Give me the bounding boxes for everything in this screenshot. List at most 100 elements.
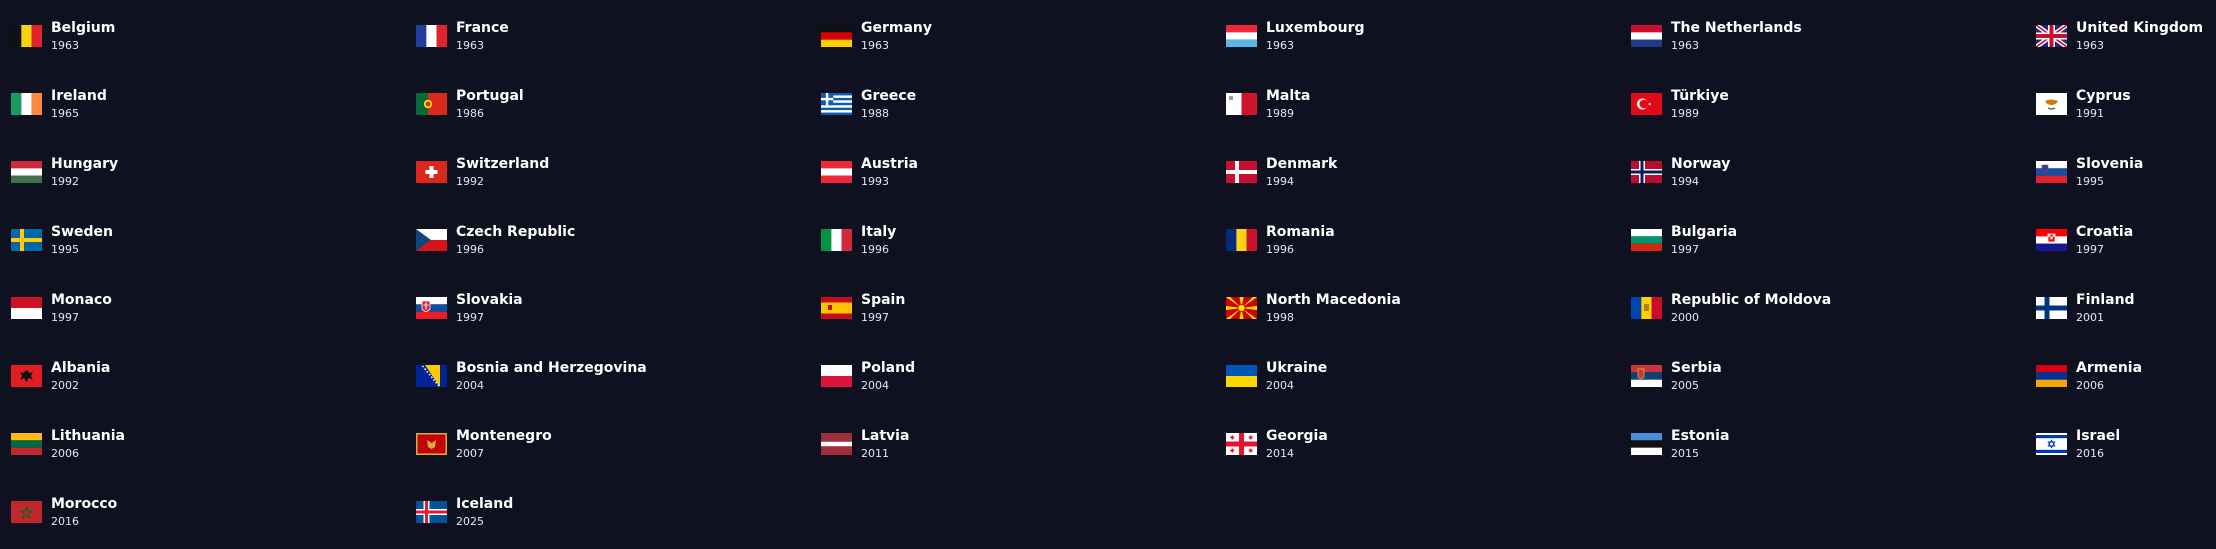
country-text: Germany 1963 (861, 20, 932, 53)
country-item-netherlands[interactable]: The Netherlands 1963 (1631, 2, 2036, 70)
country-item-albania[interactable]: Albania 2002 (11, 342, 416, 410)
country-item-romania[interactable]: Romania 1996 (1226, 206, 1631, 274)
country-text: Bulgaria 1997 (1671, 224, 1737, 257)
country-text: Romania 1996 (1266, 224, 1335, 257)
country-year: 1996 (456, 242, 484, 256)
country-name: Switzerland (456, 155, 550, 172)
country-item-finland[interactable]: Finland 2001 (2036, 274, 2216, 342)
country-item-greece[interactable]: Greece 1988 (821, 70, 1226, 138)
country-item-france[interactable]: France 1963 (416, 2, 821, 70)
country-year: 1997 (861, 310, 889, 324)
country-item-sweden[interactable]: Sweden 1995 (11, 206, 416, 274)
country-item-montenegro[interactable]: Montenegro 2007 (416, 410, 821, 478)
country-name: Serbia (1671, 359, 1722, 376)
country-item-iceland[interactable]: Iceland 2025 (416, 478, 821, 546)
country-name: Greece (861, 87, 917, 104)
country-item-bosnia-herzegovina[interactable]: Bosnia and Herzegovina 2004 (416, 342, 821, 410)
country-text: Hungary 1992 (51, 156, 118, 189)
ireland-flag-icon (11, 93, 42, 115)
country-item-poland[interactable]: Poland 2004 (821, 342, 1226, 410)
switzerland-flag-icon (416, 161, 447, 183)
lithuania-flag-icon (11, 433, 42, 455)
denmark-flag-icon (1226, 161, 1257, 183)
country-item-armenia[interactable]: Armenia 2006 (2036, 342, 2216, 410)
country-item-ukraine[interactable]: Ukraine 2004 (1226, 342, 1631, 410)
country-year: 1963 (2076, 38, 2104, 52)
country-text: Italy 1996 (861, 224, 896, 257)
country-year: 1997 (51, 310, 79, 324)
country-item-ireland[interactable]: Ireland 1965 (11, 70, 416, 138)
country-item-italy[interactable]: Italy 1996 (821, 206, 1226, 274)
country-text: Austria 1993 (861, 156, 918, 189)
country-name: Czech Republic (456, 223, 576, 240)
country-name: Slovakia (456, 291, 523, 308)
country-year: 2025 (456, 514, 484, 528)
country-name: Italy (861, 223, 897, 240)
georgia-flag-icon (1226, 433, 1257, 455)
country-item-belgium[interactable]: Belgium 1963 (11, 2, 416, 70)
country-year: 2007 (456, 446, 484, 460)
country-item-luxembourg[interactable]: Luxembourg 1963 (1226, 2, 1631, 70)
country-name: Monaco (51, 291, 112, 308)
ukraine-flag-icon (1226, 365, 1257, 387)
country-name: Sweden (51, 223, 113, 240)
albania-flag-icon (11, 365, 42, 387)
country-name: Slovenia (2076, 155, 2144, 172)
country-item-malta[interactable]: Malta 1989 (1226, 70, 1631, 138)
country-year: 2014 (1266, 446, 1294, 460)
country-name: Portugal (456, 87, 524, 104)
country-item-latvia[interactable]: Latvia 2011 (821, 410, 1226, 478)
country-item-germany[interactable]: Germany 1963 (821, 2, 1226, 70)
country-name: Hungary (51, 155, 119, 172)
country-year: 2006 (51, 446, 79, 460)
country-item-norway[interactable]: Norway 1994 (1631, 138, 2036, 206)
country-year: 1997 (1671, 242, 1699, 256)
romania-flag-icon (1226, 229, 1257, 251)
slovenia-flag-icon (2036, 161, 2067, 183)
country-item-morocco[interactable]: Morocco 2016 (11, 478, 416, 546)
country-item-portugal[interactable]: Portugal 1986 (416, 70, 821, 138)
country-item-croatia[interactable]: Croatia 1997 (2036, 206, 2216, 274)
country-year: 2005 (1671, 378, 1699, 392)
country-text: Ireland 1965 (51, 88, 107, 121)
country-item-estonia[interactable]: Estonia 2015 (1631, 410, 2036, 478)
country-item-slovenia[interactable]: Slovenia 1995 (2036, 138, 2216, 206)
country-item-israel[interactable]: Israel 2016 (2036, 410, 2216, 478)
country-text: Bosnia and Herzegovina 2004 (456, 360, 647, 393)
country-item-united-kingdom[interactable]: United Kingdom 1963 (2036, 2, 2216, 70)
country-item-spain[interactable]: Spain 1997 (821, 274, 1226, 342)
country-item-monaco[interactable]: Monaco 1997 (11, 274, 416, 342)
country-text: United Kingdom 1963 (2076, 20, 2203, 53)
country-text: Slovenia 1995 (2076, 156, 2143, 189)
country-text: France 1963 (456, 20, 509, 53)
country-item-slovakia[interactable]: Slovakia 1997 (416, 274, 821, 342)
country-item-turkiye[interactable]: Türkiye 1989 (1631, 70, 2036, 138)
country-item-hungary[interactable]: Hungary 1992 (11, 138, 416, 206)
poland-flag-icon (821, 365, 852, 387)
country-item-moldova[interactable]: Republic of Moldova 2000 (1631, 274, 2036, 342)
country-name: Armenia (2076, 359, 2143, 376)
country-text: Armenia 2006 (2076, 360, 2142, 393)
country-item-serbia[interactable]: Serbia 2005 (1631, 342, 2036, 410)
country-item-denmark[interactable]: Denmark 1994 (1226, 138, 1631, 206)
country-name: Denmark (1266, 155, 1338, 172)
country-name: The Netherlands (1671, 19, 1802, 36)
country-item-switzerland[interactable]: Switzerland 1992 (416, 138, 821, 206)
croatia-flag-icon (2036, 229, 2067, 251)
country-text: Sweden 1995 (51, 224, 113, 257)
country-text: Portugal 1986 (456, 88, 524, 121)
country-item-georgia[interactable]: Georgia 2014 (1226, 410, 1631, 478)
country-name: Ukraine (1266, 359, 1328, 376)
country-item-czech-republic[interactable]: Czech Republic 1996 (416, 206, 821, 274)
country-item-lithuania[interactable]: Lithuania 2006 (11, 410, 416, 478)
greece-flag-icon (821, 93, 852, 115)
country-item-cyprus[interactable]: Cyprus 1991 (2036, 70, 2216, 138)
country-item-austria[interactable]: Austria 1993 (821, 138, 1226, 206)
country-item-bulgaria[interactable]: Bulgaria 1997 (1631, 206, 2036, 274)
country-item-north-macedonia[interactable]: North Macedonia 1998 (1226, 274, 1631, 342)
country-name: Poland (861, 359, 916, 376)
belgium-flag-icon (11, 25, 42, 47)
country-text: Monaco 1997 (51, 292, 112, 325)
country-text: Iceland 2025 (456, 496, 513, 529)
country-text: Cyprus 1991 (2076, 88, 2131, 121)
